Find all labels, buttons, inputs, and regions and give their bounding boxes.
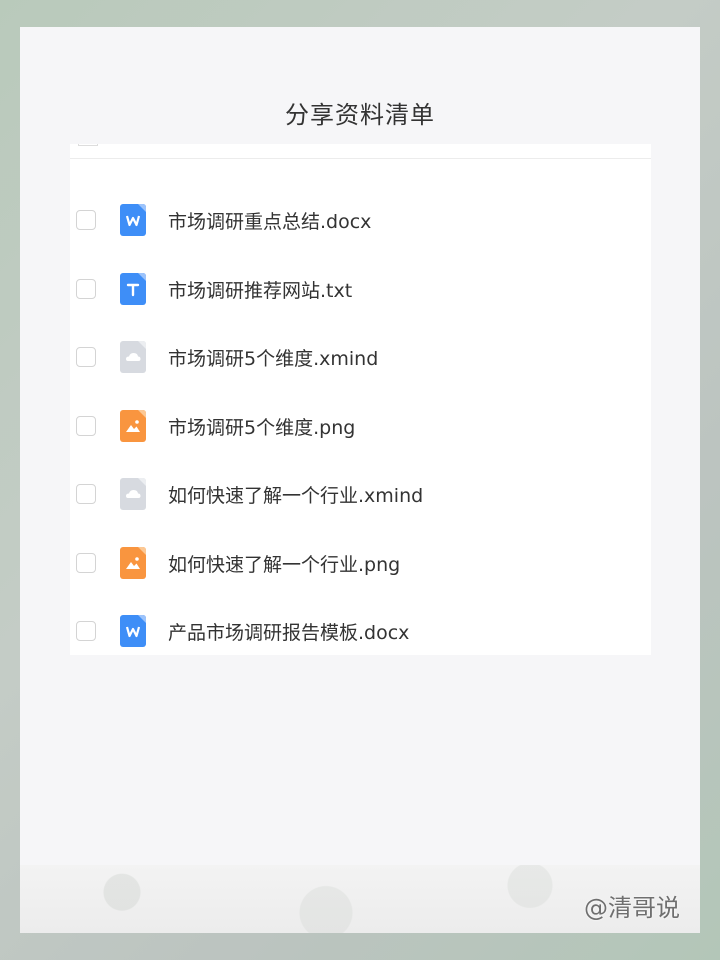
file-row[interactable]: 市场调研推荐网站.txt — [70, 255, 651, 323]
scroll-edge — [70, 144, 651, 159]
checkbox[interactable] — [76, 347, 96, 367]
checkbox[interactable] — [76, 279, 96, 299]
file-list: 市场调研重点总结.docx 市场调研推荐网站.txt 市场调研5个维度.xmin… — [70, 144, 651, 655]
file-row[interactable]: 市场调研重点总结.docx — [70, 186, 651, 254]
xmind-icon — [120, 478, 146, 510]
file-row[interactable]: 产品市场调研报告模板.docx — [70, 597, 651, 665]
author-watermark: @清哥说 — [584, 894, 680, 922]
cut-off-checkbox — [78, 144, 98, 146]
txt-icon — [120, 273, 146, 305]
file-name: 市场调研重点总结.docx — [168, 210, 372, 233]
checkbox[interactable] — [76, 621, 96, 641]
share-card: 分享资料清单 市场调研重点总结.docx 市场调研推荐网站.txt 市场调研5个… — [20, 27, 700, 933]
file-name: 产品市场调研报告模板.docx — [168, 621, 410, 644]
file-name: 如何快速了解一个行业.png — [168, 553, 401, 576]
word-icon — [120, 615, 146, 647]
file-row[interactable]: 市场调研5个维度.xmind — [70, 323, 651, 391]
file-name: 市场调研5个维度.png — [168, 416, 356, 439]
file-name: 市场调研5个维度.xmind — [168, 347, 379, 370]
image-icon — [120, 547, 146, 579]
file-name: 如何快速了解一个行业.xmind — [168, 484, 424, 507]
file-row[interactable]: 市场调研5个维度.png — [70, 392, 651, 460]
file-name: 市场调研推荐网站.txt — [168, 279, 353, 302]
word-icon — [120, 204, 146, 236]
checkbox[interactable] — [76, 553, 96, 573]
image-icon — [120, 410, 146, 442]
file-row[interactable]: 如何快速了解一个行业.xmind — [70, 460, 651, 528]
page-title: 分享资料清单 — [285, 101, 435, 129]
file-row[interactable]: 如何快速了解一个行业.png — [70, 529, 651, 597]
checkbox[interactable] — [76, 416, 96, 436]
checkbox[interactable] — [76, 210, 96, 230]
xmind-icon — [120, 341, 146, 373]
checkbox[interactable] — [76, 484, 96, 504]
